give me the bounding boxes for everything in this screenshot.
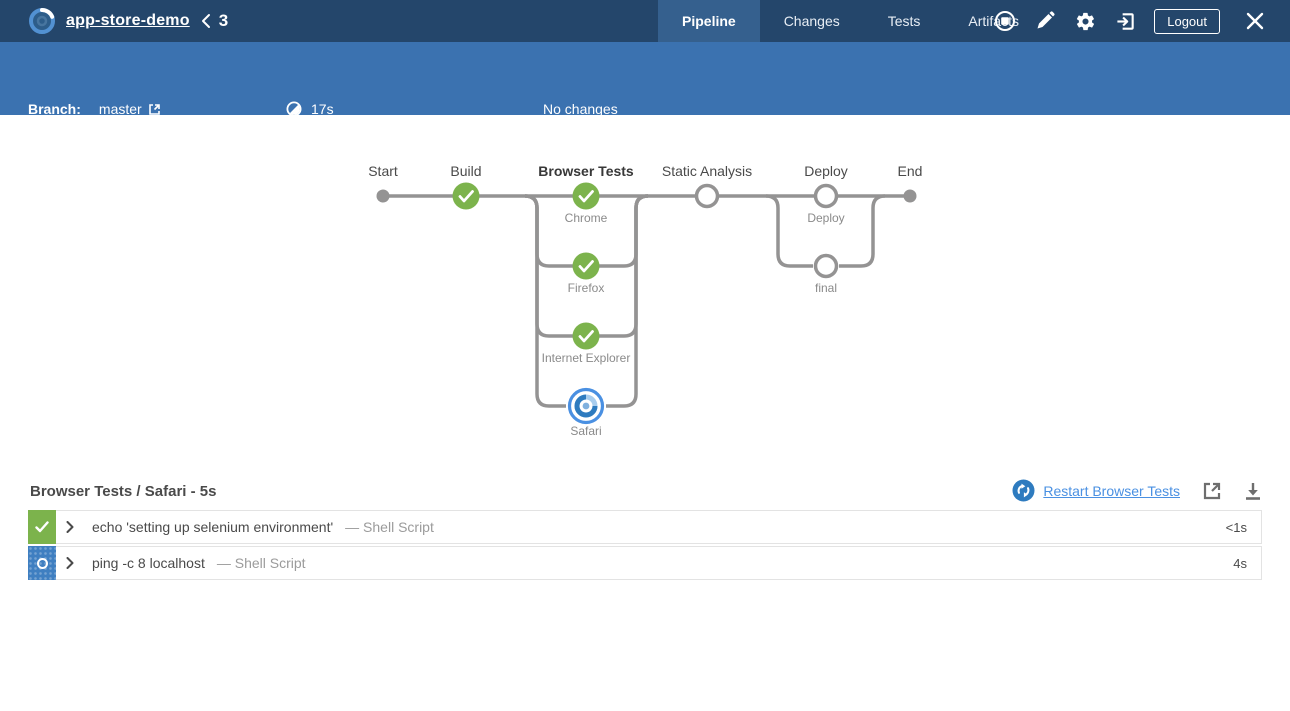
- node-deploy[interactable]: [816, 186, 837, 207]
- stage-label-end: End: [898, 163, 923, 179]
- node-label-internet-explorer: Internet Explorer: [542, 351, 631, 365]
- chevron-right-icon[interactable]: [66, 521, 74, 533]
- step-status-running-strip: [28, 546, 56, 580]
- step-type: — Shell Script: [345, 519, 434, 535]
- top-navigation-bar: app-store-demo 3 Pipeline Changes Tests …: [0, 0, 1290, 42]
- stage-label-build: Build: [450, 163, 481, 179]
- restart-stage-link[interactable]: Restart Browser Tests: [1012, 479, 1180, 502]
- node-static-analysis[interactable]: [697, 186, 718, 207]
- tab-pipeline[interactable]: Pipeline: [658, 0, 760, 42]
- run-number: 3: [219, 11, 228, 31]
- blue-ocean-logo-icon[interactable]: [26, 5, 58, 37]
- node-label-deploy: Deploy: [807, 211, 844, 225]
- success-check-icon: [35, 521, 49, 533]
- step-duration: 4s: [1233, 556, 1247, 571]
- branch-external-link-icon[interactable]: [148, 103, 161, 116]
- node-chrome[interactable]: [573, 183, 600, 210]
- stop-run-icon[interactable]: [994, 10, 1016, 32]
- log-step-row-success[interactable]: echo 'setting up selenium environment' —…: [28, 510, 1262, 544]
- step-type: — Shell Script: [217, 555, 306, 571]
- node-build[interactable]: [453, 183, 480, 210]
- tab-changes[interactable]: Changes: [760, 0, 864, 42]
- chevron-right-icon[interactable]: [66, 557, 74, 569]
- step-row-body: echo 'setting up selenium environment' —…: [56, 510, 1262, 544]
- node-firefox[interactable]: [573, 253, 600, 280]
- step-duration: <1s: [1226, 520, 1247, 535]
- node-start[interactable]: [377, 190, 390, 203]
- stage-label-browser-tests: Browser Tests: [538, 163, 633, 179]
- open-in-new-window-icon[interactable]: [1202, 481, 1222, 501]
- edit-pencil-icon[interactable]: [1034, 10, 1056, 32]
- node-internet-explorer[interactable]: [573, 323, 600, 350]
- run-info-bar: Branch: master Commit: 55347d4 17s: [0, 42, 1290, 115]
- step-status-success-strip: [28, 510, 56, 544]
- node-label-final: final: [815, 281, 837, 295]
- settings-gear-icon[interactable]: [1074, 10, 1096, 32]
- blue-ocean-app: app-store-demo 3 Pipeline Changes Tests …: [0, 0, 1290, 711]
- back-chevron-icon[interactable]: [200, 13, 211, 29]
- browser-tests-connectors: [525, 196, 648, 406]
- stage-label-deploy: Deploy: [804, 163, 848, 179]
- step-command: ping -c 8 localhost: [92, 555, 205, 571]
- go-to-classic-exit-icon[interactable]: [1114, 10, 1136, 32]
- log-step-list: echo 'setting up selenium environment' —…: [28, 510, 1262, 582]
- tab-tests[interactable]: Tests: [864, 0, 945, 42]
- close-icon[interactable]: [1244, 10, 1266, 32]
- log-section-title: Browser Tests / Safari - 5s: [30, 483, 216, 500]
- restart-link-label: Restart Browser Tests: [1043, 483, 1180, 499]
- header-actions: Logout: [994, 0, 1290, 42]
- header-tabs: Pipeline Changes Tests Artifacts: [658, 0, 1043, 42]
- log-controls: Restart Browser Tests: [1012, 479, 1262, 502]
- project-title-link[interactable]: app-store-demo: [66, 12, 190, 30]
- step-row-body: ping -c 8 localhost — Shell Script 4s: [56, 546, 1262, 580]
- restart-icon: [1012, 479, 1035, 502]
- node-end[interactable]: [904, 190, 917, 203]
- step-command: echo 'setting up selenium environment': [92, 519, 333, 535]
- log-step-row-running[interactable]: ping -c 8 localhost — Shell Script 4s: [28, 546, 1262, 580]
- node-label-safari: Safari: [570, 424, 601, 438]
- stage-label-static-analysis: Static Analysis: [662, 163, 752, 179]
- download-log-icon[interactable]: [1244, 481, 1262, 501]
- node-label-firefox: Firefox: [568, 281, 605, 295]
- logout-button[interactable]: Logout: [1154, 9, 1220, 34]
- running-circle-icon: [37, 558, 48, 569]
- pipeline-graph: [0, 115, 1290, 460]
- node-safari-selected-running[interactable]: [570, 390, 603, 423]
- node-label-chrome: Chrome: [565, 211, 608, 225]
- node-final[interactable]: [816, 256, 837, 277]
- stage-label-start: Start: [368, 163, 398, 179]
